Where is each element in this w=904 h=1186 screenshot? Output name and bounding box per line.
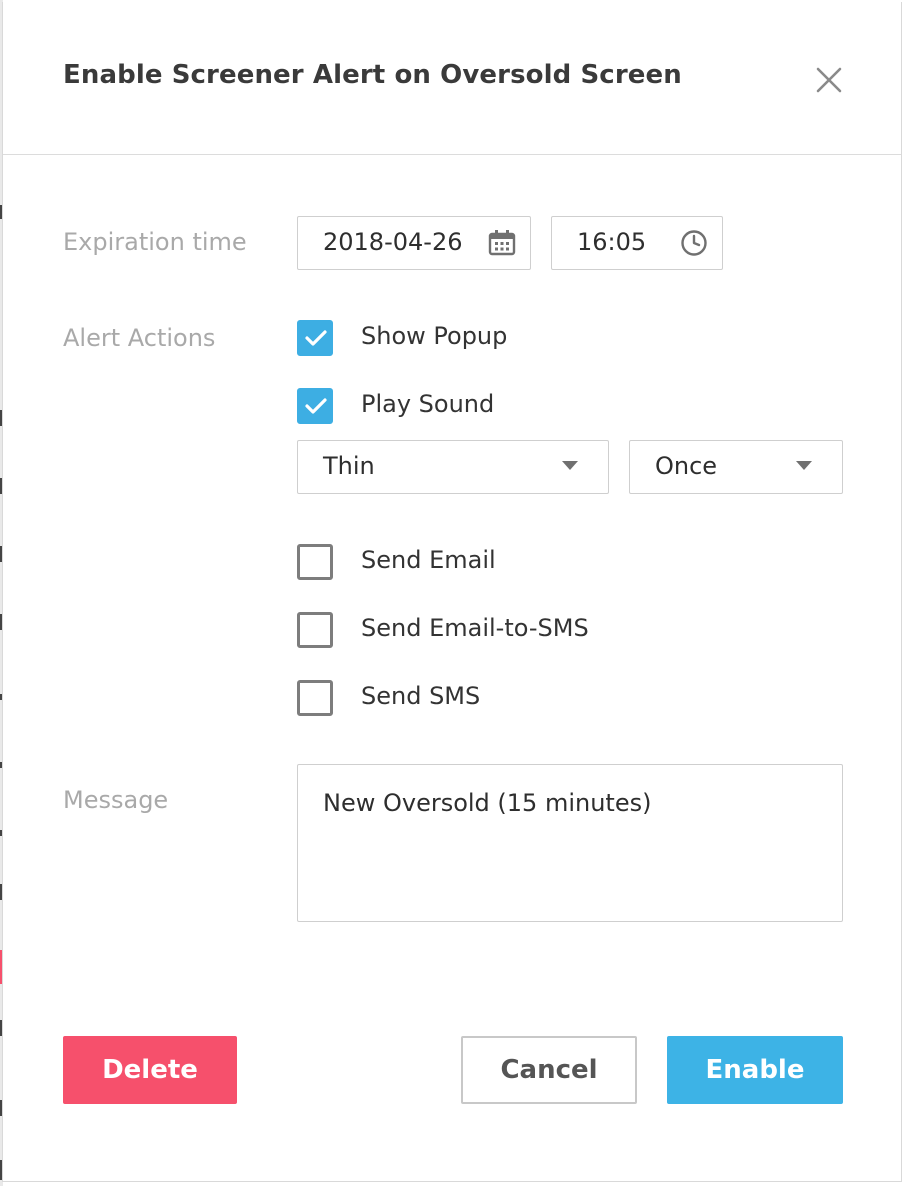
expiration-time-label: Expiration time: [63, 228, 247, 256]
repeat-select-value: Once: [655, 452, 718, 480]
expiration-time-value: 16:05: [577, 228, 647, 256]
check-icon: [305, 330, 327, 346]
cancel-button[interactable]: Cancel: [461, 1036, 637, 1104]
send-email-to-sms-label[interactable]: Send Email-to-SMS: [361, 614, 589, 642]
dialog-title: Enable Screener Alert on Oversold Screen: [63, 60, 682, 90]
sound-select[interactable]: Thin: [297, 440, 609, 494]
check-icon: [305, 398, 327, 414]
close-icon: [816, 67, 842, 93]
send-sms-label[interactable]: Send SMS: [361, 682, 480, 710]
show-popup-checkbox[interactable]: [297, 320, 333, 356]
message-textarea[interactable]: New Oversold (15 minutes): [297, 764, 843, 922]
dialog-header: Enable Screener Alert on Oversold Screen: [3, 2, 901, 155]
message-label: Message: [63, 786, 169, 814]
play-sound-label[interactable]: Play Sound: [361, 390, 494, 418]
close-button[interactable]: [813, 64, 845, 96]
send-email-to-sms-checkbox[interactable]: [297, 612, 333, 648]
message-value: New Oversold (15 minutes): [323, 789, 652, 817]
delete-button[interactable]: Delete: [63, 1036, 237, 1104]
send-email-label[interactable]: Send Email: [361, 546, 496, 574]
expiration-date-field[interactable]: 2018-04-26: [297, 216, 531, 270]
chevron-down-icon: [796, 461, 812, 470]
alert-dialog: Enable Screener Alert on Oversold Screen…: [2, 2, 902, 1182]
expiration-date-value: 2018-04-26: [323, 228, 463, 256]
sound-select-value: Thin: [323, 452, 375, 480]
chevron-down-icon: [562, 461, 578, 470]
alert-actions-label: Alert Actions: [63, 324, 216, 352]
send-sms-checkbox[interactable]: [297, 680, 333, 716]
show-popup-label[interactable]: Show Popup: [361, 322, 507, 350]
play-sound-checkbox[interactable]: [297, 388, 333, 424]
clock-icon[interactable]: [680, 229, 708, 257]
repeat-select[interactable]: Once: [629, 440, 843, 494]
calendar-icon[interactable]: [488, 229, 516, 257]
send-email-checkbox[interactable]: [297, 544, 333, 580]
expiration-time-field[interactable]: 16:05: [551, 216, 723, 270]
enable-button[interactable]: Enable: [667, 1036, 843, 1104]
page: Enable Screener Alert on Oversold Screen…: [0, 0, 904, 1186]
